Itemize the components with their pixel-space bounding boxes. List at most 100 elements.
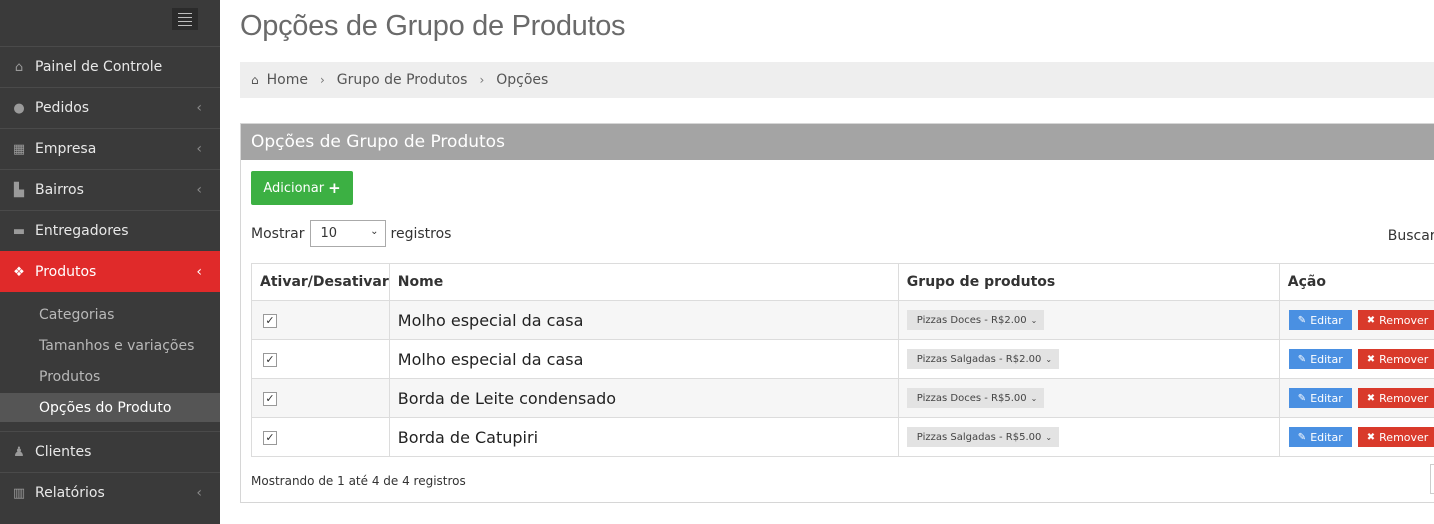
edit-button[interactable]: ✎ Editar	[1288, 427, 1352, 447]
show-label: Mostrar	[251, 225, 305, 242]
edit-icon: ✎	[1297, 431, 1307, 443]
breadcrumb: ⌂ Home › Grupo de Produtos › Opções	[240, 62, 1434, 98]
remove-label: Remover	[1379, 391, 1429, 405]
sidebar-item-pedidos[interactable]: ● Pedidos ‹	[0, 87, 220, 128]
panel-title: Opções de Grupo de Produtos	[241, 124, 1434, 160]
chevron-left-icon: ‹	[196, 182, 202, 198]
sidebar-item-label: Entregadores	[35, 223, 129, 239]
remove-button[interactable]: ✖ Remover	[1357, 388, 1434, 408]
sidebar-item-empresa[interactable]: ▦ Empresa ‹	[0, 128, 220, 169]
option-name: Molho especial da casa	[388, 300, 899, 340]
group-dropdown[interactable]: Pizzas Doces - R$2.00 ⌄	[906, 310, 1045, 330]
page-size-value: 10	[320, 226, 338, 241]
table-row: ✓ Borda de Leite condensado Pizzas Doces…	[251, 378, 1434, 418]
records-label: registros	[390, 225, 452, 242]
submenu-item-produtos[interactable]: Produtos	[0, 362, 220, 391]
active-checkbox[interactable]: ✓	[263, 352, 277, 367]
edit-label: Editar	[1310, 352, 1343, 366]
sidebar-item-label: Produtos	[35, 264, 97, 280]
submenu-item-categorias[interactable]: Categorias	[0, 300, 220, 329]
active-checkbox[interactable]: ✓	[263, 430, 277, 445]
search-label: Buscar:	[1387, 228, 1434, 244]
edit-button[interactable]: ✎ Editar	[1288, 388, 1352, 408]
group-value: Pizzas Salgadas - R$5.00	[916, 431, 1042, 443]
group-value: Pizzas Doces - R$2.00	[916, 314, 1027, 326]
group-dropdown[interactable]: Pizzas Doces - R$5.00 ⌄	[906, 388, 1045, 408]
sidebar-item-clientes[interactable]: ♟ Clientes	[0, 431, 220, 472]
sidebar-item-label: Bairros	[35, 182, 84, 198]
produtos-submenu: Categorias Tamanhos e variações Produtos…	[0, 292, 220, 431]
page-size-select[interactable]: 10 ⌄	[309, 220, 386, 247]
main-content: Opções de Grupo de Produtos ⌂ Home › Gru…	[220, 0, 1434, 524]
chevron-left-icon: ‹	[196, 100, 202, 116]
chevron-left-icon: ‹	[196, 485, 202, 501]
option-name: Molho especial da casa	[388, 339, 899, 379]
cart-icon: ▙	[14, 182, 24, 198]
submenu-item-tamanhos[interactable]: Tamanhos e variações	[0, 331, 220, 360]
chevron-down-icon: ⌄	[1030, 315, 1038, 325]
group-dropdown[interactable]: Pizzas Salgadas - R$2.00 ⌄	[906, 349, 1060, 369]
breadcrumb-separator-icon: ›	[479, 73, 485, 87]
chevron-down-icon: ⌄	[1045, 354, 1053, 364]
remove-button[interactable]: ✖ Remover	[1357, 349, 1434, 369]
breadcrumb-grupo[interactable]: Grupo de Produtos	[337, 72, 468, 88]
sidebar-item-painel[interactable]: ⌂ Painel de Controle	[0, 46, 220, 87]
sidebar-item-bairros[interactable]: ▙ Bairros ‹	[0, 169, 220, 210]
active-checkbox[interactable]: ✓	[263, 391, 277, 406]
column-header-toggle[interactable]: Ativar/Desativar	[251, 263, 390, 301]
option-name: Borda de Leite condensado	[388, 378, 899, 418]
page-title: Opções de Grupo de Produtos	[240, 10, 626, 42]
dropbox-icon: ❖	[13, 264, 25, 280]
edit-icon: ✎	[1297, 392, 1307, 404]
menu-toggle-icon[interactable]	[172, 8, 198, 30]
table-row: ✓ Molho especial da casa Pizzas Salgadas…	[251, 339, 1434, 379]
options-table: Ativar/Desativar Nome Grupo de produtos …	[251, 263, 1434, 457]
chevron-left-icon: ‹	[196, 141, 202, 157]
chevron-down-icon: ⌄	[1030, 393, 1038, 403]
add-button-label: Adicionar	[263, 180, 325, 196]
sidebar-item-entregadores[interactable]: ▬ Entregadores	[0, 210, 220, 251]
plus-icon: +	[328, 179, 341, 197]
options-panel: Opções de Grupo de Produtos Adicionar + …	[240, 123, 1434, 503]
building-icon: ▦	[12, 141, 26, 157]
pagination[interactable]	[1430, 464, 1434, 494]
table-row: ✓ Molho especial da casa Pizzas Doces - …	[251, 300, 1434, 340]
remove-button[interactable]: ✖ Remover	[1357, 310, 1434, 330]
table-row: ✓ Borda de Catupiri Pizzas Salgadas - R$…	[251, 417, 1434, 457]
active-checkbox[interactable]: ✓	[263, 313, 277, 328]
chevron-down-icon: ⌄	[370, 226, 379, 237]
sidebar-item-label: Relatórios	[35, 485, 105, 501]
table-info: Mostrando de 1 até 4 de 4 registros	[251, 474, 466, 488]
edit-label: Editar	[1310, 391, 1343, 405]
group-dropdown[interactable]: Pizzas Salgadas - R$5.00 ⌄	[906, 427, 1060, 447]
user-icon: ♟	[13, 444, 25, 460]
sidebar-item-label: Empresa	[35, 141, 97, 157]
breadcrumb-separator-icon: ›	[319, 73, 325, 87]
edit-icon: ✎	[1297, 314, 1307, 326]
home-icon: ⌂	[251, 73, 259, 87]
edit-button[interactable]: ✎ Editar	[1288, 349, 1352, 369]
remove-label: Remover	[1379, 430, 1429, 444]
sidebar-item-label: Painel de Controle	[35, 59, 163, 75]
submenu-item-opcoes[interactable]: Opções do Produto	[0, 393, 220, 422]
sidebar-item-label: Clientes	[35, 444, 92, 460]
remove-label: Remover	[1379, 313, 1429, 327]
breadcrumb-current: Opções	[496, 72, 549, 88]
add-button[interactable]: Adicionar +	[251, 171, 353, 205]
column-header-name[interactable]: Nome	[388, 263, 899, 301]
sidebar-item-produtos[interactable]: ❖ Produtos ‹	[0, 251, 220, 292]
chevron-down-icon: ‹	[196, 264, 202, 280]
page-size-control: Mostrar 10 ⌄ registros	[251, 220, 451, 247]
truck-icon: ▬	[12, 223, 26, 239]
sidebar-item-relatorios[interactable]: ▥ Relatórios ‹	[0, 472, 220, 513]
option-name: Borda de Catupiri	[388, 417, 899, 457]
breadcrumb-home[interactable]: Home	[267, 72, 308, 88]
edit-button[interactable]: ✎ Editar	[1288, 310, 1352, 330]
remove-button[interactable]: ✖ Remover	[1357, 427, 1434, 447]
sidebar: ⌂ Painel de Controle ● Pedidos ‹ ▦ Empre…	[0, 0, 220, 524]
close-icon: ✖	[1366, 314, 1376, 326]
close-icon: ✖	[1366, 353, 1376, 365]
column-header-group[interactable]: Grupo de produtos	[897, 263, 1280, 301]
remove-label: Remover	[1379, 352, 1429, 366]
edit-label: Editar	[1310, 313, 1343, 327]
